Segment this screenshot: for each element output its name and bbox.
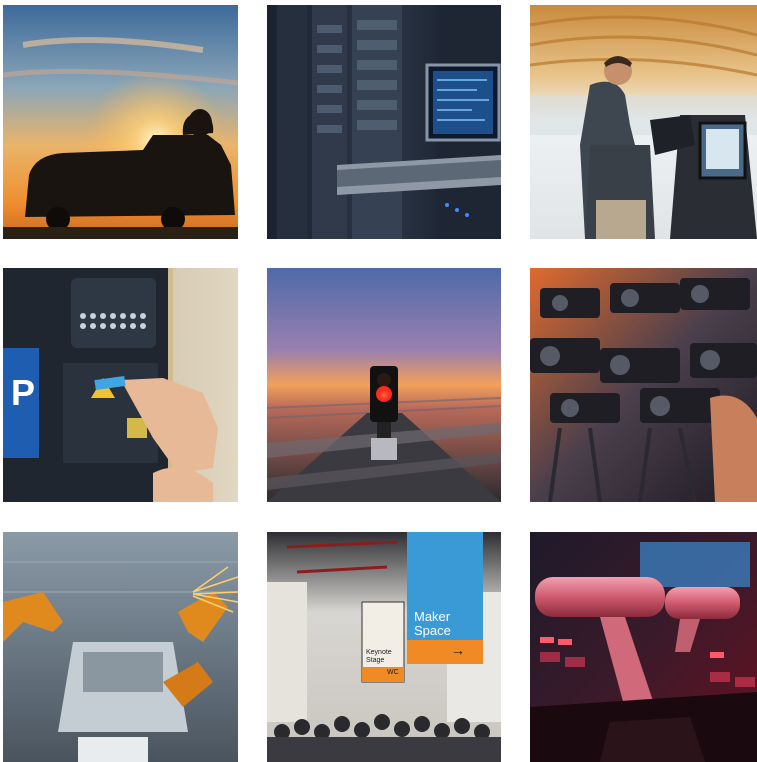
tile-railway-signal[interactable] [267,268,501,502]
tile-parking-meter[interactable]: P [3,268,238,502]
expo-hall-image [267,532,501,762]
stage-label: Stage [366,657,385,664]
image-grid: P Maker Space → Keynote Stage WC [0,0,757,762]
robot-assembly-image [3,532,238,762]
airport-kiosk-image [530,5,757,239]
parking-sign-letter: P [10,372,35,413]
space-label: Space [414,623,451,638]
tile-airport-kiosk[interactable] [530,5,757,239]
broadcast-console-image [530,532,757,762]
arrow-right-icon: → [451,642,465,658]
van-sunset-image [3,5,238,239]
tile-robot-assembly[interactable] [3,532,238,762]
tile-expo-hall[interactable]: Maker Space → Keynote Stage WC [267,532,501,762]
tile-press-cameras[interactable] [530,268,757,502]
keynote-stage-sign: Keynote Stage [366,649,392,665]
tile-server-racks[interactable] [267,5,501,239]
maker-label: Maker [414,609,451,624]
press-cameras-image [530,268,757,502]
tile-broadcast-console[interactable] [530,532,757,762]
tile-van-sunset[interactable] [3,5,238,239]
wc-label: WC [387,669,399,676]
server-racks-image [267,5,501,239]
maker-space-sign: Maker Space [414,610,451,638]
railway-signal-image [267,268,501,502]
keynote-label: Keynote [366,649,392,656]
